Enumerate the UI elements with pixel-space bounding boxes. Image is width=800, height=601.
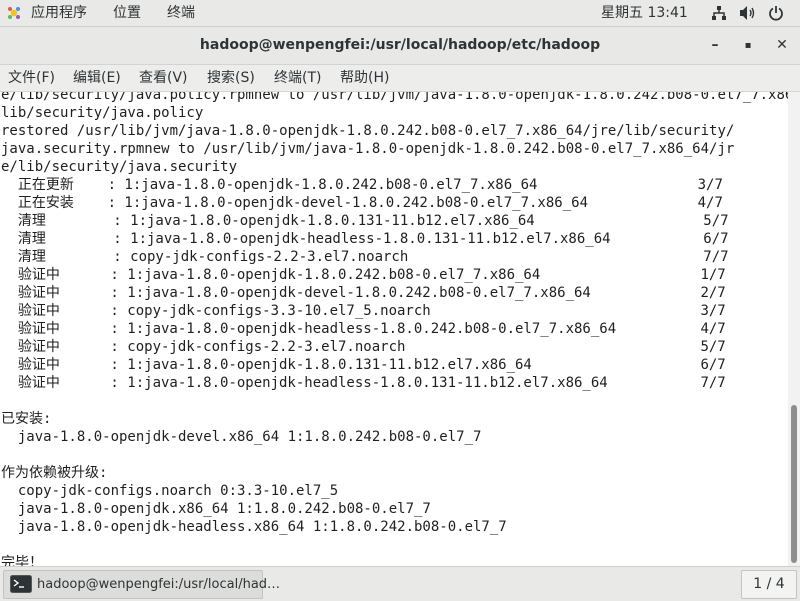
volume-icon[interactable] [739, 5, 757, 21]
terminal-line: 完毕！ [1, 555, 43, 566]
window-list-panel: hadoop@wenpengfei:/usr/local/had… 1 / 4 [0, 566, 800, 601]
terminal-line: 验证中 : copy-jdk-configs-2.2-3.el7.noarch … [1, 339, 726, 355]
power-icon[interactable] [768, 5, 784, 21]
terminal-app-menu[interactable]: 终端 [167, 0, 195, 26]
terminal-line: lib/security/java.policy [1, 105, 204, 121]
terminal-line: copy-jdk-configs.noarch 0:3.3-10.el7_5 [1, 483, 339, 499]
menu-view[interactable]: 查看(V) [139, 65, 188, 91]
terminal-line: 作为依赖被升级: [1, 465, 108, 481]
terminal-line: 验证中 : copy-jdk-configs-3.3-10.el7_5.noar… [1, 303, 726, 319]
terminal-line: 正在安装 : 1:java-1.8.0-openjdk-devel-1.8.0.… [1, 195, 723, 211]
network-icon[interactable] [711, 5, 727, 21]
menu-edit[interactable]: 编辑(E) [73, 65, 121, 91]
terminal-line: 验证中 : 1:java-1.8.0-openjdk-headless-1.8.… [1, 375, 726, 391]
menu-bar: 文件(F) 编辑(E) 查看(V) 搜索(S) 终端(T) 帮助(H) [0, 65, 800, 92]
top-panel: 应用程序 位置 终端 星期五 13:41 [0, 0, 800, 27]
terminal-line: 已安装: [1, 411, 52, 427]
terminal-line: 验证中 : 1:java-1.8.0-openjdk-1.8.0.242.b08… [1, 267, 726, 283]
terminal-line: e/lib/security/java.security [1, 159, 238, 175]
places-menu[interactable]: 位置 [113, 0, 141, 26]
scrollbar-thumb[interactable] [791, 405, 797, 563]
terminal-line: 验证中 : 1:java-1.8.0-openjdk-headless-1.8.… [1, 321, 726, 337]
terminal-line: 清理 : 1:java-1.8.0-openjdk-1.8.0.131-11.b… [1, 213, 729, 229]
terminal-line: e/lib/security/java.policy.rpmnew to /us… [1, 92, 788, 103]
terminal-line: java-1.8.0-openjdk.x86_64 1:1.8.0.242.b0… [1, 501, 431, 517]
terminal-line: 清理 : copy-jdk-configs-2.2-3.el7.noarch 7… [1, 249, 729, 265]
workspace-switcher[interactable]: 1 / 4 [741, 570, 797, 599]
terminal-line: 清理 : 1:java-1.8.0-openjdk-headless-1.8.0… [1, 231, 729, 247]
terminal-line: 验证中 : 1:java-1.8.0-openjdk-devel-1.8.0.2… [1, 285, 726, 301]
terminal-lines: e/lib/security/java.policy.rpmnew to /us… [1, 92, 788, 566]
menu-file[interactable]: 文件(F) [8, 65, 55, 91]
window-title: hadoop@wenpengfei:/usr/local/hadoop/etc/… [199, 37, 601, 53]
terminal-line: java.security.rpmnew to /usr/lib/jvm/jav… [1, 141, 735, 157]
terminal-line: java-1.8.0-openjdk-devel.x86_64 1:1.8.0.… [1, 429, 482, 445]
menu-terminal[interactable]: 终端(T) [274, 65, 321, 91]
clock[interactable]: 星期五 13:41 [601, 0, 688, 26]
applications-menu[interactable]: 应用程序 [31, 0, 87, 26]
scrollbar[interactable] [788, 92, 800, 566]
terminal-line: restored /usr/lib/jvm/java-1.8.0-openjdk… [1, 123, 735, 139]
minimize-button[interactable]: – [697, 27, 733, 64]
taskbar-task-label: hadoop@wenpengfei:/usr/local/had… [37, 577, 281, 592]
menu-help[interactable]: 帮助(H) [340, 65, 389, 91]
close-button[interactable]: ✕ [764, 27, 800, 64]
terminal-line: java-1.8.0-openjdk-headless.x86_64 1:1.8… [1, 519, 507, 535]
terminal-output[interactable]: e/lib/security/java.policy.rpmnew to /us… [0, 92, 788, 566]
terminal-line: 验证中 : 1:java-1.8.0-openjdk-1.8.0.131-11.… [1, 357, 726, 373]
terminal-line: 正在更新 : 1:java-1.8.0-openjdk-1.8.0.242.b0… [1, 177, 723, 193]
taskbar-terminal-button[interactable]: hadoop@wenpengfei:/usr/local/had… [3, 570, 280, 599]
maximize-button[interactable]: ▪ [730, 27, 766, 64]
terminal-icon [10, 575, 32, 593]
window-titlebar[interactable]: hadoop@wenpengfei:/usr/local/hadoop/etc/… [0, 27, 800, 65]
applications-icon [6, 5, 22, 21]
menu-search[interactable]: 搜索(S) [207, 65, 255, 91]
